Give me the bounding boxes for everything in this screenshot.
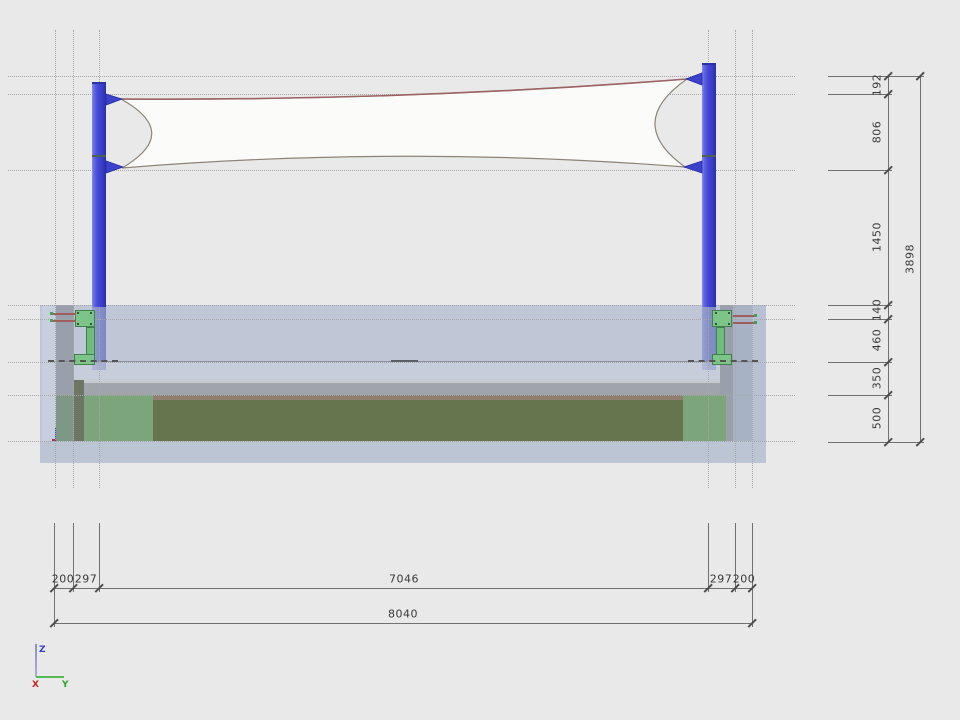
dim-label[interactable]: 200 [52, 573, 75, 586]
bracket-right-top[interactable] [686, 73, 702, 85]
tie-rod [52, 320, 76, 322]
bracket-left-top[interactable] [106, 94, 122, 105]
shade-sail[interactable] [121, 79, 687, 168]
dim-line-total [920, 76, 921, 442]
ext-line [99, 523, 100, 592]
dim-label[interactable]: 140 [871, 299, 884, 322]
hidden-edge-dash [688, 360, 758, 362]
cad-viewport[interactable]: 192 806 1450 140 460 350 500 3898 200 29… [0, 0, 960, 720]
fixture-bar [86, 327, 95, 355]
dim-label[interactable]: 460 [871, 329, 884, 352]
tie-rod [52, 313, 76, 315]
dim-label-total[interactable]: 3898 [904, 244, 917, 274]
axis-y-line [36, 676, 64, 678]
dim-label[interactable]: 7046 [389, 573, 419, 586]
dim-line-total [54, 623, 752, 624]
sail-layer [0, 0, 960, 720]
ext-line [828, 170, 892, 171]
fixture-bar [716, 327, 725, 355]
bolt [728, 312, 730, 314]
dim-label[interactable]: 192 [871, 74, 884, 97]
hidden-edge-dash [48, 360, 118, 362]
bracket-left-bottom[interactable] [106, 161, 123, 173]
rod-cap [50, 319, 53, 322]
dim-label[interactable]: 500 [871, 407, 884, 430]
tie-rod [733, 315, 755, 317]
dim-label-total[interactable]: 8040 [388, 608, 418, 621]
dim-line [54, 588, 752, 589]
bolt [715, 312, 717, 314]
dim-label[interactable]: 350 [871, 367, 884, 390]
dim-label[interactable]: 297 [710, 573, 733, 586]
ext-line [828, 362, 892, 363]
bolt [90, 323, 92, 325]
axis-x-label: X [32, 680, 39, 690]
bolt [90, 312, 92, 314]
bolt [728, 323, 730, 325]
ext-line [828, 395, 892, 396]
rod-cap [754, 314, 757, 317]
dim-label[interactable]: 200 [733, 573, 756, 586]
ext-line [828, 442, 924, 443]
axis-z-line [35, 644, 37, 677]
tie-rod [733, 322, 755, 324]
bolt [715, 323, 717, 325]
axis-z-label: Z [39, 645, 46, 655]
dim-label[interactable]: 806 [871, 121, 884, 144]
bolt [77, 323, 79, 325]
axis-y-label: Y [62, 680, 69, 690]
bolt [77, 312, 79, 314]
bracket-right-bottom[interactable] [684, 161, 702, 173]
dim-label[interactable]: 297 [75, 573, 98, 586]
dim-line [888, 76, 889, 442]
dim-label[interactable]: 1450 [871, 222, 884, 252]
rod-cap [50, 312, 53, 315]
rod-cap [754, 321, 757, 324]
